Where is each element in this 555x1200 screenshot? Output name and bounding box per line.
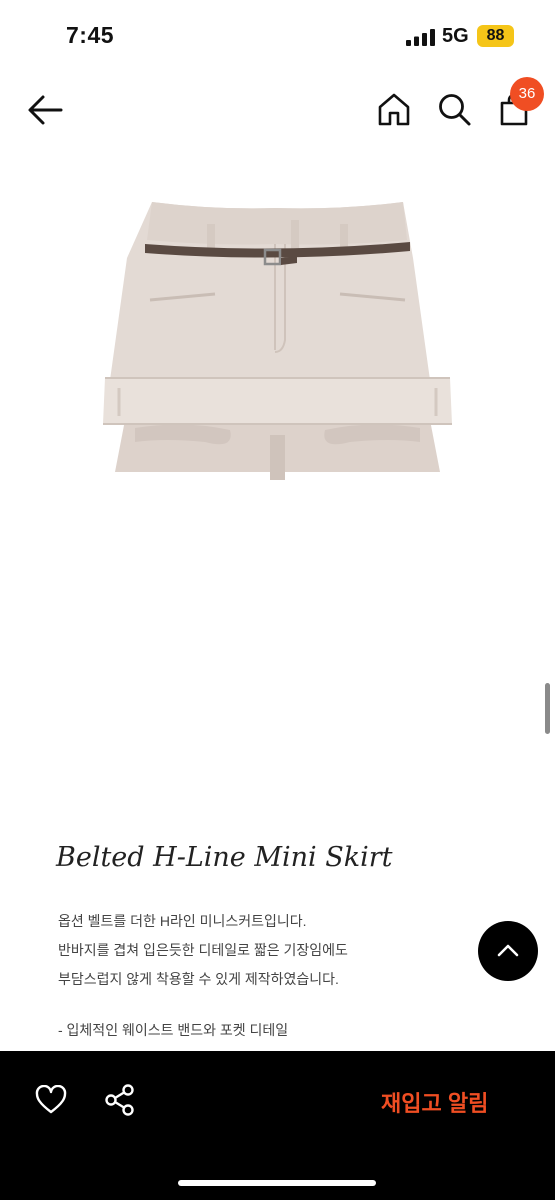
product-image[interactable] (95, 180, 460, 500)
back-icon[interactable] (26, 92, 64, 128)
heart-icon[interactable] (35, 1085, 67, 1115)
chevron-up-icon (497, 944, 519, 957)
product-description: 옵션 벨트를 더한 H라인 미니스커트입니다. 반바지를 겹쳐 입은듯한 디테일… (58, 907, 348, 994)
status-time: 7:45 (66, 22, 115, 48)
battery-indicator: 88 (477, 25, 514, 47)
detail-line: - 입체적인 웨이스트 밴드와 포켓 디테일 (58, 1022, 289, 1038)
description-line: 옵션 벨트를 더한 H라인 미니스커트입니다. (58, 913, 307, 929)
description-line: 부담스럽지 않게 착용할 수 있게 제작하였습니다. (58, 971, 339, 987)
status-bar: 7:45 5G 88 (0, 0, 555, 72)
scroll-indicator[interactable] (545, 683, 550, 734)
home-icon[interactable] (376, 91, 412, 127)
signal-icon (406, 29, 435, 46)
bottom-action-bar: 재입고 알림 (0, 1051, 555, 1200)
network-type: 5G (442, 25, 469, 47)
search-icon[interactable] (436, 91, 472, 127)
product-title: Belted H-Line Mini Skirt (56, 842, 393, 873)
restock-alert-button[interactable]: 재입고 알림 (381, 1086, 488, 1118)
cart-count-badge: 36 (510, 77, 544, 111)
description-line: 반바지를 겹쳐 입은듯한 디테일로 짧은 기장임에도 (58, 942, 348, 958)
share-icon[interactable] (104, 1084, 136, 1116)
top-nav: 36 (0, 72, 555, 148)
scroll-top-button[interactable] (478, 921, 538, 981)
product-details: - 입체적인 웨이스트 밴드와 포켓 디테일 (58, 1016, 288, 1045)
home-indicator (178, 1180, 376, 1186)
